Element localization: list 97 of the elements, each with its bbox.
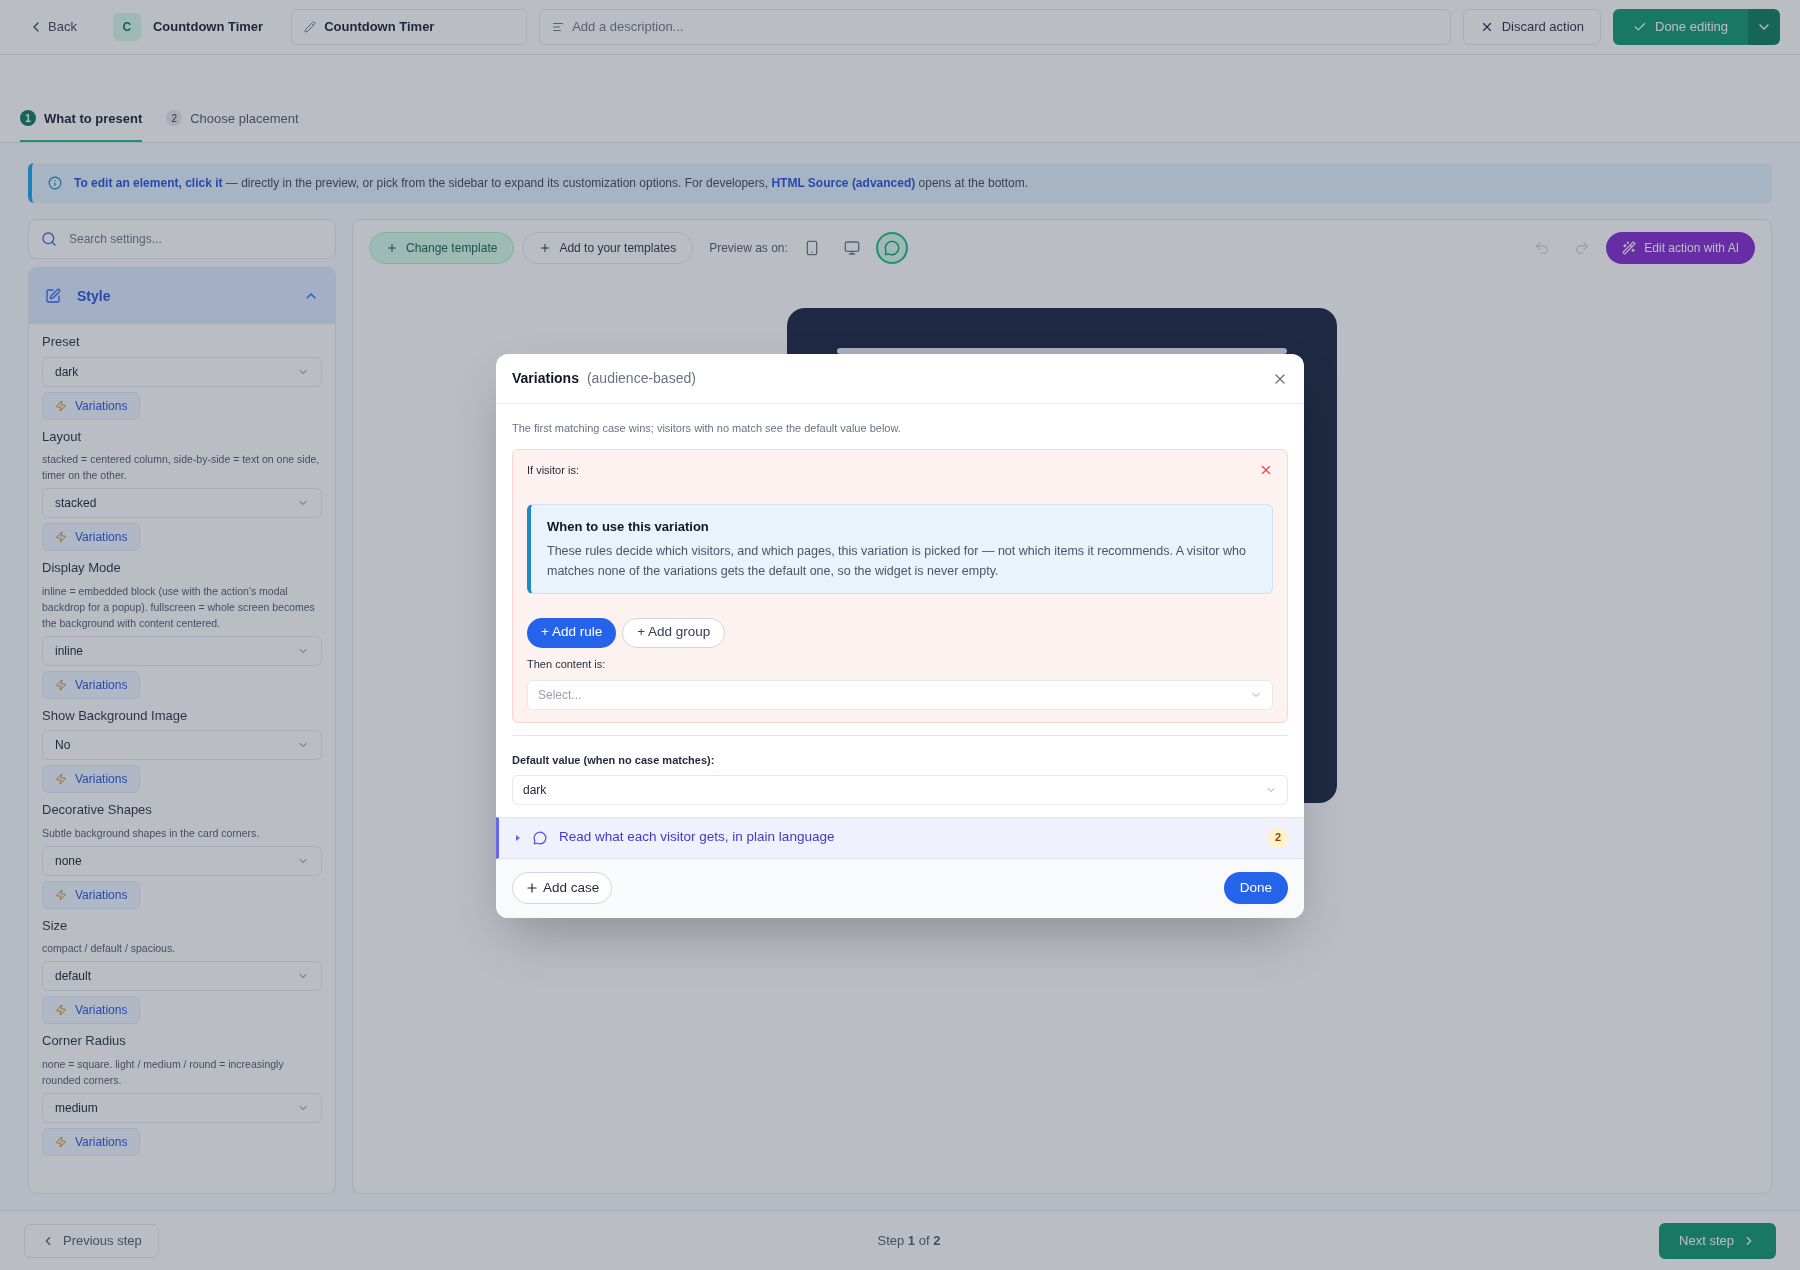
lightning-icon: [55, 1135, 67, 1148]
next-step-button[interactable]: Next step: [1659, 1222, 1776, 1259]
condition-label: If visitor is:: [527, 462, 580, 478]
variations-button[interactable]: Variations: [42, 1127, 141, 1156]
description-placeholder: Add a description...: [572, 18, 684, 37]
field-description: inline = embedded block (use with the action's modal backdrop for a popup). fullscreen = whole screen becomes the background with content centered.: [42, 583, 316, 631]
text-lines-icon: [552, 21, 565, 33]
field-label: Display Mode: [42, 559, 122, 577]
modal-subtitle: (audience-based): [586, 369, 696, 388]
previous-step-button[interactable]: Previous step: [24, 1223, 159, 1258]
lightning-icon: [55, 773, 67, 785]
summary-toggle[interactable]: Read what each visitor gets, in plain language 2: [496, 816, 1304, 859]
select-placeholder: Select...: [538, 687, 583, 704]
wand-icon: [1622, 241, 1637, 255]
monitor-icon: [843, 240, 860, 256]
avatar: C: [112, 13, 141, 41]
field-label: Show Background Image: [42, 706, 189, 725]
count-badge: 2: [1268, 827, 1288, 848]
select-value: medium: [55, 1099, 99, 1117]
chat-icon: [883, 240, 900, 256]
content-select[interactable]: Select...: [527, 680, 1273, 710]
hint-title: When to use this variation: [547, 518, 710, 536]
modal-intro: The first matching case wins; visitors with no match see the default value below.: [512, 421, 902, 436]
variations-button[interactable]: Variations: [42, 523, 141, 551]
field-label: Size: [42, 916, 69, 935]
action-name: Countdown Timer: [152, 18, 264, 37]
variations-button[interactable]: Variations: [42, 880, 141, 909]
variations-button[interactable]: Variations: [42, 765, 141, 793]
search-placeholder: Search settings...: [69, 231, 162, 248]
plus-icon: [386, 242, 398, 254]
content-label: Then content is:: [527, 656, 607, 672]
summary-text: Read what each visitor gets, in plain language: [559, 828, 836, 847]
select-field[interactable]: default: [42, 961, 322, 991]
title-value: Countdown Timer: [324, 18, 435, 37]
lightning-icon: [55, 399, 67, 412]
plus-icon: [525, 881, 539, 895]
done-editing-button[interactable]: Done editing: [1613, 9, 1748, 45]
field-description: stacked = centered column, side-by-side = text on one side, timer on the other.: [42, 452, 321, 483]
done-button[interactable]: Done: [1223, 872, 1288, 904]
step-tab[interactable]: 1 What to present: [20, 100, 143, 142]
discard-button[interactable]: Discard action: [1462, 9, 1601, 45]
select-value: default: [55, 968, 93, 985]
change-template-button[interactable]: Change template: [369, 232, 515, 264]
check-icon: [1633, 20, 1647, 34]
style-section-header[interactable]: Style: [29, 268, 335, 324]
section-title: Style: [77, 286, 112, 306]
info-icon: [48, 176, 62, 190]
select-value: dark: [55, 363, 80, 381]
field-description: none = square. light / medium / round = increasingly rounded corners.: [42, 1056, 285, 1088]
field-label: Preset: [42, 333, 81, 351]
search-field[interactable]: Search settings...: [28, 219, 336, 259]
default-select[interactable]: dark: [512, 774, 1288, 805]
add-case-button[interactable]: Add case: [512, 872, 613, 904]
lightning-icon: [55, 888, 67, 901]
variations-button[interactable]: Variations: [42, 391, 141, 420]
lightning-icon: [55, 678, 67, 691]
select-field[interactable]: inline: [42, 635, 322, 666]
field-label: Layout: [42, 427, 83, 446]
step-counter: Step 1 of 2: [876, 1231, 942, 1250]
select-field[interactable]: none: [42, 845, 322, 876]
info-text: To edit an element, click it — directly in the preview, or pick from the sidebar to expand its customization options. For developers, HTML Source (advanced) opens at the bottom.: [74, 175, 1028, 192]
title-field[interactable]: Countdown Timer: [291, 9, 528, 45]
edit-icon: [45, 288, 61, 304]
field-description: compact / default / spacious.: [42, 941, 177, 956]
field-label: Decorative Shapes: [42, 801, 153, 819]
plus-icon: [539, 242, 552, 254]
add-group-button[interactable]: + Add group: [622, 617, 726, 648]
pencil-icon: [304, 21, 317, 33]
preview-label: Preview as on:: [709, 240, 788, 257]
select-value: stacked: [55, 495, 98, 512]
field-label: Corner Radius: [42, 1032, 127, 1050]
select-field[interactable]: stacked: [42, 488, 322, 518]
select-field[interactable]: dark: [42, 356, 322, 387]
edit-with-ai-button[interactable]: Edit action with AI: [1606, 232, 1755, 264]
device-button[interactable]: [875, 232, 908, 264]
hint-text: These rules decide which visitors, and which pages, this variation is picked for — not which items it recommends. A visitor who matches none of the variations gets the default one, so the widget is never empty.: [547, 542, 1247, 580]
caret-icon: [515, 834, 521, 841]
lightning-icon: [55, 531, 67, 543]
description-field[interactable]: Add a description...: [539, 9, 1451, 45]
speech-bubble-icon: [533, 830, 547, 845]
select-field[interactable]: medium: [42, 1092, 322, 1123]
field-description: Subtle background shapes in the card corners.: [42, 825, 261, 841]
search-icon: [41, 231, 57, 247]
back-button[interactable]: Back: [20, 17, 85, 37]
modal-title: Variations: [512, 369, 579, 388]
select-value: dark: [523, 781, 548, 799]
select-value: none: [55, 852, 83, 870]
dropdown-button[interactable]: [1748, 9, 1780, 45]
select-value: inline: [55, 642, 85, 660]
variations-button[interactable]: Variations: [42, 996, 141, 1024]
lightning-icon: [55, 1004, 67, 1016]
default-label: Default value (when no case matches):: [512, 753, 716, 768]
step-tab[interactable]: 2 Choose placement: [166, 100, 299, 142]
add-rule-button[interactable]: + Add rule: [527, 617, 617, 648]
select-value: No: [55, 737, 72, 754]
variations-button[interactable]: Variations: [42, 670, 141, 699]
select-field[interactable]: No: [42, 730, 322, 760]
